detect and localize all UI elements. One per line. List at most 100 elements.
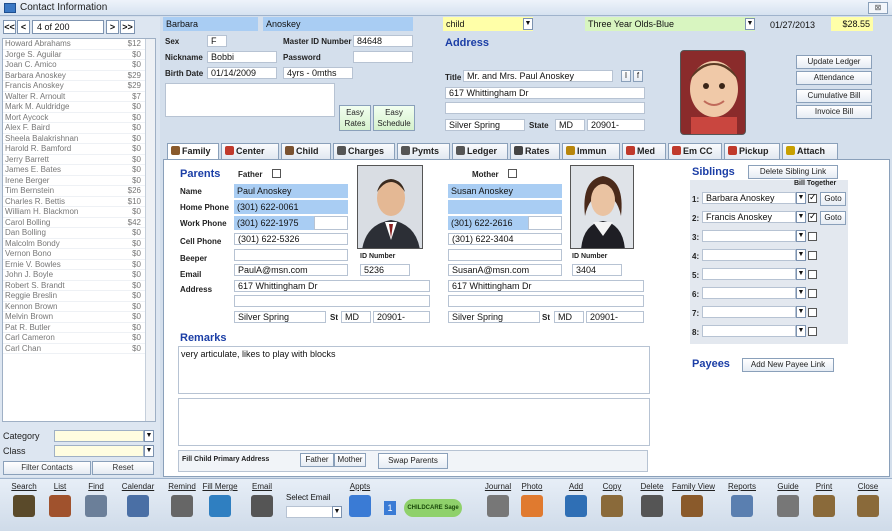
tab-immun[interactable]: Immun xyxy=(562,143,620,159)
list-item[interactable]: Ernie V. Bowles $0 xyxy=(3,260,155,270)
search-button[interactable]: Search xyxy=(4,481,44,517)
father-work-ext-field[interactable] xyxy=(314,216,348,230)
first-record-button[interactable]: << xyxy=(3,20,16,34)
sibling-name-field[interactable] xyxy=(702,268,796,280)
chevron-down-icon[interactable]: ▼ xyxy=(745,18,755,30)
list-item[interactable]: Carl Cameron $0 xyxy=(3,333,155,344)
tab-med[interactable]: Med xyxy=(622,143,666,159)
list-item[interactable]: Jorge S. Aguilar $0 xyxy=(3,50,155,60)
list-item[interactable]: Dan Bolling $0 xyxy=(3,228,155,239)
tab-em-cc[interactable]: Em CC xyxy=(668,143,722,159)
father-street-field[interactable]: 617 Whittingham Dr xyxy=(234,280,430,292)
list-item[interactable]: Joan C. Amico $0 xyxy=(3,60,155,71)
father-city-field[interactable]: Silver Spring xyxy=(234,311,326,323)
tab-ledger[interactable]: Ledger xyxy=(452,143,508,159)
first-name-field[interactable]: Barbara xyxy=(163,17,258,31)
select-email-dropdown[interactable] xyxy=(286,506,336,518)
birth-date-field[interactable]: 01/14/2009 xyxy=(207,67,277,79)
list-item[interactable]: Howard Abrahams $12 xyxy=(3,39,155,50)
fill-father-button[interactable]: Father xyxy=(300,453,334,467)
mother-zip-field[interactable]: 20901- xyxy=(586,311,644,323)
chevron-down-icon[interactable]: ▼ xyxy=(144,445,154,457)
easy-schedule-button[interactable]: Easy Schedule xyxy=(373,105,415,131)
class-assignment-select[interactable]: Three Year Olds-Blue xyxy=(585,17,755,31)
bill-together-checkbox[interactable] xyxy=(808,308,817,317)
title-option-1-button[interactable]: I xyxy=(621,70,631,82)
list-item[interactable]: Carol Bolling $42 xyxy=(3,218,155,228)
street-field[interactable]: 617 Whittingham Dr xyxy=(445,87,645,99)
reset-button[interactable]: Reset xyxy=(92,461,154,475)
list-item[interactable]: Reggie Breslin $0 xyxy=(3,291,155,302)
sibling-name-field[interactable] xyxy=(702,287,796,299)
filter-contacts-button[interactable]: Filter Contacts xyxy=(3,461,91,475)
list-item[interactable]: Irene Berger $0 xyxy=(3,176,155,186)
father-work-phone-field[interactable]: (301) 622-1975 xyxy=(234,216,314,230)
sibling-name-field[interactable] xyxy=(702,306,796,318)
father-photo[interactable] xyxy=(357,165,423,249)
add-button[interactable]: Add xyxy=(556,481,596,517)
list-scrollbar[interactable] xyxy=(145,39,155,421)
record-counter[interactable]: 4 of 200 xyxy=(32,20,104,34)
tab-child[interactable]: Child xyxy=(281,143,331,159)
update-ledger-button[interactable]: Update Ledger xyxy=(796,55,872,69)
chevron-down-icon[interactable]: ▼ xyxy=(796,287,806,299)
last-record-button[interactable]: >> xyxy=(120,20,135,34)
childcare-sage-badge[interactable]: CHILDCARE Sage xyxy=(404,499,462,517)
class-select[interactable] xyxy=(54,445,144,457)
delete-button[interactable]: Delete xyxy=(632,481,672,517)
tab-pymts[interactable]: Pymts xyxy=(397,143,450,159)
sibling-name-field[interactable]: Barbara Anoskey xyxy=(702,192,796,204)
mother-id-field[interactable]: 3404 xyxy=(572,264,622,276)
father-name-field[interactable]: Paul Anoskey xyxy=(234,184,348,198)
list-item[interactable]: Walter R. Arnoult $7 xyxy=(3,92,155,102)
reports-button[interactable]: Reports xyxy=(722,481,762,517)
invoice-bill-button[interactable]: Invoice Bill xyxy=(796,105,872,119)
father-checkbox[interactable] xyxy=(272,169,281,178)
remind-button[interactable]: Remind xyxy=(162,481,202,517)
chevron-down-icon[interactable]: ▼ xyxy=(796,268,806,280)
sibling-name-field[interactable]: Francis Anoskey xyxy=(702,211,796,223)
list-item[interactable]: Vernon Bono $0 xyxy=(3,249,155,260)
list-item[interactable]: Sheela Balakrishnan $0 xyxy=(3,134,155,144)
appts-button[interactable]: Appts xyxy=(340,481,380,517)
bill-together-checkbox[interactable] xyxy=(808,192,817,203)
next-record-button[interactable]: > xyxy=(106,20,119,34)
close-button[interactable]: ⊠ xyxy=(868,2,888,14)
list-item[interactable]: William H. Blackmon $0 xyxy=(3,207,155,218)
attendance-button[interactable]: Attendance xyxy=(796,71,872,85)
father-cell-phone-field[interactable]: (301) 622-5326 xyxy=(234,233,348,245)
sex-field[interactable]: F xyxy=(207,35,227,47)
title-field[interactable]: Mr. and Mrs. Paul Anoskey xyxy=(463,70,613,82)
list-item[interactable]: Robert S. Brandt $0 xyxy=(3,281,155,291)
password-field[interactable] xyxy=(353,51,413,63)
list-item[interactable]: Kennon Brown $0 xyxy=(3,302,155,312)
prev-record-button[interactable]: < xyxy=(17,20,30,34)
chevron-down-icon[interactable]: ▼ xyxy=(796,230,806,242)
father-id-field[interactable]: 5236 xyxy=(360,264,410,276)
list-item[interactable]: Alex F. Baird $0 xyxy=(3,123,155,134)
mother-state-field[interactable]: MD xyxy=(554,311,584,323)
category-select[interactable] xyxy=(54,430,144,442)
chevron-down-icon[interactable]: ▼ xyxy=(796,192,806,204)
bill-together-checkbox[interactable] xyxy=(808,251,817,260)
last-name-field[interactable]: Anoskey xyxy=(263,17,413,31)
child-photo[interactable] xyxy=(680,50,746,135)
cumulative-bill-button[interactable]: Cumulative Bill xyxy=(796,89,872,103)
close-button[interactable]: Close xyxy=(848,481,888,517)
street-2-field[interactable] xyxy=(445,102,645,114)
print-button[interactable]: Print xyxy=(804,481,844,517)
father-email-field[interactable]: PaulA@msn.com xyxy=(234,264,348,276)
list-item[interactable]: Francis Anoskey $29 xyxy=(3,81,155,92)
mother-street-field[interactable]: 617 Whittingham Dr xyxy=(448,280,644,292)
tab-rates[interactable]: Rates xyxy=(510,143,560,159)
zip-field[interactable]: 20901- xyxy=(587,119,645,131)
add-new-payee-link-button[interactable]: Add New Payee Link xyxy=(742,358,834,372)
chevron-down-icon[interactable]: ▼ xyxy=(796,306,806,318)
bill-together-checkbox[interactable] xyxy=(808,327,817,336)
copy-button[interactable]: Copy xyxy=(592,481,632,517)
list-item[interactable]: Jerry Barrett $0 xyxy=(3,155,155,165)
city-field[interactable]: Silver Spring xyxy=(445,119,525,131)
remarks-field[interactable]: very articulate, likes to play with bloc… xyxy=(178,346,650,394)
chevron-down-icon[interactable]: ▼ xyxy=(796,211,806,223)
father-beeper-field[interactable] xyxy=(234,249,348,261)
